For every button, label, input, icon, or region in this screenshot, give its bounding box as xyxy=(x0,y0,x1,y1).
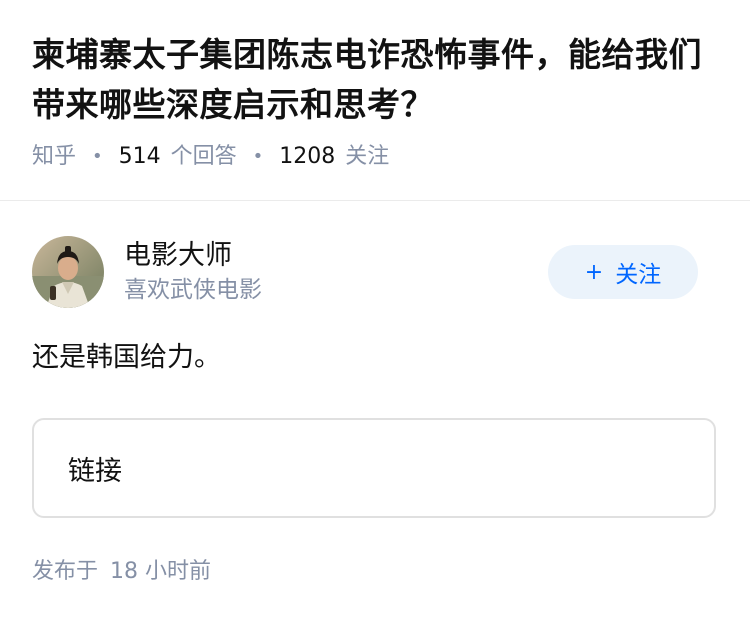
follow-count: 1208 xyxy=(279,144,336,169)
follow-count-label: 关注 xyxy=(345,144,390,169)
published-label: 发布于 xyxy=(32,559,99,584)
answer-count: 514 xyxy=(118,144,161,169)
published-info: 发布于 18 小时前 xyxy=(32,556,211,588)
author-name[interactable]: 电影大师 xyxy=(124,238,548,274)
question-header: 柬埔寨太子集团陈志电诈恐怖事件，能给我们带来哪些深度启示和思考？ 知乎 • 51… xyxy=(0,0,750,174)
answer-text: 还是韩国给力。 xyxy=(32,342,221,373)
separator-dot: • xyxy=(92,146,103,167)
section-divider xyxy=(0,200,750,201)
question-title[interactable]: 柬埔寨太子集团陈志电诈恐怖事件，能给我们带来哪些深度启示和思考？ xyxy=(32,30,718,130)
follow-button[interactable]: + 关注 xyxy=(548,245,698,299)
answer-count-label: 个回答 xyxy=(170,144,237,169)
plus-icon: + xyxy=(584,259,604,285)
avatar-image xyxy=(32,236,104,308)
question-meta: 知乎 • 514 个回答 • 1208 关注 xyxy=(32,140,718,174)
avatar[interactable] xyxy=(32,236,104,308)
author-row: 电影大师 喜欢武侠电影 + 关注 xyxy=(32,236,698,308)
source-label[interactable]: 知乎 xyxy=(32,140,76,174)
author-bio: 喜欢武侠电影 xyxy=(124,277,262,303)
separator-dot: • xyxy=(252,146,264,167)
published-time: 18 小时前 xyxy=(110,559,212,584)
follow-button-label: 关注 xyxy=(615,262,662,288)
link-card[interactable]: 链接 xyxy=(32,418,716,518)
author-info: 电影大师 喜欢武侠电影 xyxy=(124,238,548,306)
link-card-label: 链接 xyxy=(68,455,122,487)
